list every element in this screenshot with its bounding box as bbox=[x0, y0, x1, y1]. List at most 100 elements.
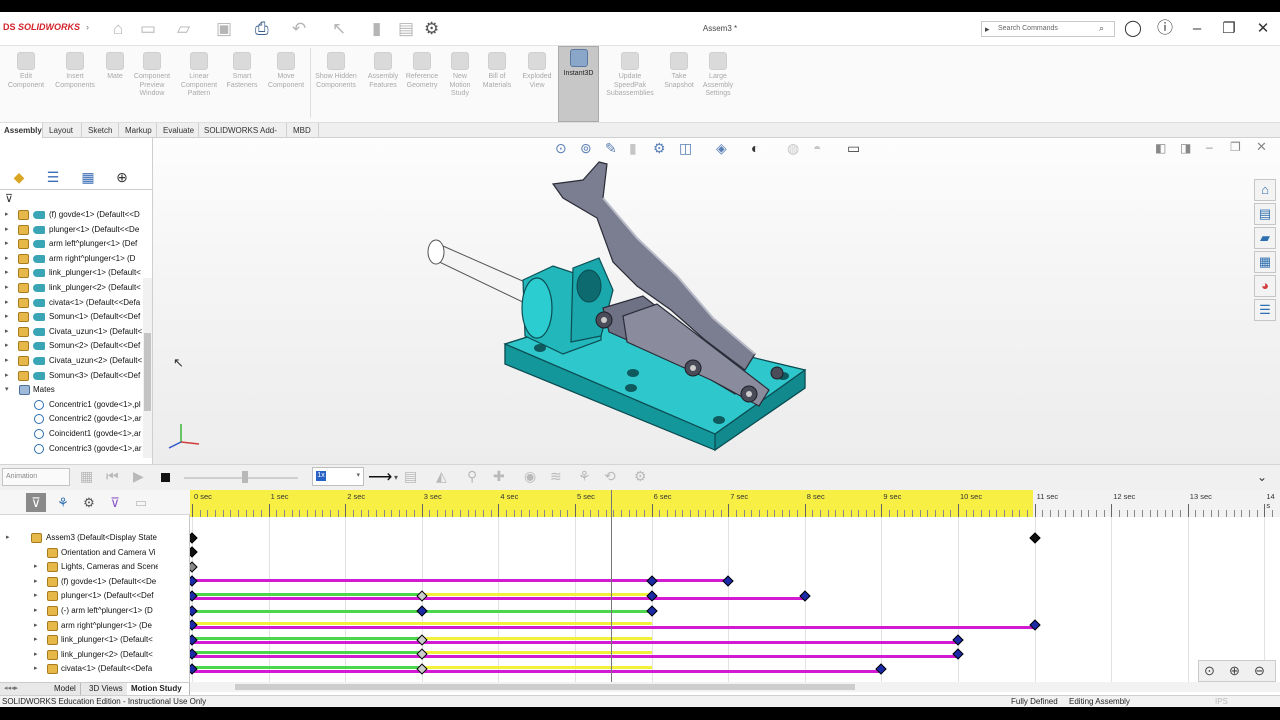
appearances-icon[interactable]: ◕ bbox=[1254, 275, 1276, 297]
playback-mode-icon[interactable]: ⟶ bbox=[368, 467, 392, 487]
mate-button[interactable]: Mate bbox=[102, 50, 128, 82]
expand-arrow-icon[interactable]: ▸ bbox=[34, 662, 38, 677]
timeline-key[interactable] bbox=[416, 604, 428, 617]
expand-arrow-icon[interactable]: ▸ bbox=[6, 531, 10, 546]
feature-tree-scroll-thumb[interactable] bbox=[144, 333, 151, 411]
tab-evaluate[interactable]: Evaluate bbox=[159, 123, 199, 138]
search-icon[interactable]: ⌕ bbox=[1099, 21, 1104, 35]
save-animation-icon[interactable]: ▤ bbox=[404, 468, 417, 485]
autokey-icon[interactable]: ⚲ bbox=[467, 468, 477, 485]
tab-solidworks-add-ins[interactable]: SOLIDWORKS Add-Ins bbox=[200, 123, 287, 150]
tab-layout[interactable]: Layout bbox=[45, 123, 82, 138]
motion-tree-item[interactable]: ▸ link_plunger<2> (Default< bbox=[0, 648, 158, 663]
timeline-bar[interactable] bbox=[192, 622, 652, 626]
timeline-key[interactable] bbox=[645, 604, 658, 617]
expand-arrow-icon[interactable]: ▸ bbox=[34, 604, 38, 619]
timeline-bar[interactable] bbox=[421, 636, 652, 640]
play-from-start-icon[interactable]: ⏮ bbox=[106, 468, 119, 485]
feature-tree-item[interactable]: ▸ plunger<1> (Default<<De bbox=[0, 223, 142, 238]
stop-button[interactable] bbox=[161, 473, 170, 482]
smart-fasteners-button[interactable]: Smart Fasteners bbox=[222, 50, 262, 90]
mate-item[interactable]: Concentric2 (govde<1>,ar bbox=[0, 412, 142, 427]
tab-assembly[interactable]: Assembly bbox=[0, 123, 43, 138]
playback-speed-dropdown[interactable]: 1x ▾ bbox=[312, 467, 364, 486]
motion-tree-item[interactable]: ▸ (-) arm left^plunger<1> (D bbox=[0, 604, 158, 619]
view-settings-icon[interactable]: ▭ bbox=[847, 140, 860, 157]
timeline-key[interactable] bbox=[190, 561, 198, 573]
zoom-to-fit-icon[interactable]: ⊙ bbox=[555, 140, 567, 157]
time-bar[interactable] bbox=[611, 490, 612, 682]
expand-arrow-icon[interactable]: ▸ bbox=[5, 310, 9, 325]
timeline-bar[interactable] bbox=[192, 665, 422, 669]
expand-arrow-icon[interactable]: ▸ bbox=[5, 369, 9, 384]
expand-arrow-icon[interactable]: ▸ bbox=[5, 354, 9, 369]
large-assembly-settings-button[interactable]: Large Assembly Settings bbox=[699, 50, 737, 99]
configuration-manager-icon[interactable]: ▦ bbox=[78, 169, 98, 186]
select-arrow-icon[interactable]: ↖ bbox=[332, 12, 346, 46]
timeline-bar[interactable] bbox=[192, 636, 422, 640]
expand-arrow-icon[interactable]: ▸ bbox=[5, 339, 9, 354]
expand-arrow-icon[interactable]: ▸ bbox=[34, 560, 38, 575]
expand-arrow-icon[interactable]: ▸ bbox=[5, 208, 9, 223]
chevron-right-icon[interactable]: › bbox=[86, 22, 89, 32]
filter-sort-icon[interactable]: ▭ bbox=[131, 493, 151, 512]
mate-item[interactable]: Concentric1 (govde<1>,pl bbox=[0, 398, 142, 413]
feature-tree-item[interactable]: ▸ Civata_uzun<2> (Default< bbox=[0, 354, 142, 369]
zoom-in-icon[interactable]: ⊕ bbox=[1229, 663, 1240, 679]
filter-selected-icon[interactable]: ⚙ bbox=[79, 493, 99, 512]
move-component-button[interactable]: Move Component bbox=[264, 50, 308, 90]
mate-item[interactable]: Coincident1 (govde<1>,ar bbox=[0, 427, 142, 442]
tab-markup[interactable]: Markup bbox=[121, 123, 157, 138]
timeline-key[interactable] bbox=[190, 604, 198, 617]
file-explorer-icon[interactable]: ▰ bbox=[1254, 227, 1276, 249]
motion-tree-item[interactable]: ▸ link_plunger<1> (Default< bbox=[0, 633, 158, 648]
timeline-key[interactable] bbox=[722, 575, 734, 587]
feature-tree-item[interactable]: ▸ (f) govde<1> (Default<<D bbox=[0, 208, 142, 223]
spring-icon[interactable]: ≋ bbox=[550, 468, 562, 485]
filter-results-icon[interactable]: ⊽ bbox=[105, 493, 125, 512]
solidworks-resources-icon[interactable]: ⌂ bbox=[1254, 179, 1276, 201]
previous-view-icon[interactable]: ✎ bbox=[605, 140, 617, 157]
expand-arrow-icon[interactable]: ▸ bbox=[5, 266, 9, 281]
feature-tree-item[interactable]: ▸ Somun<3> (Default<<Def bbox=[0, 369, 142, 384]
filter-animated-icon[interactable]: ⊽ bbox=[26, 493, 46, 512]
update-speedpak-button[interactable]: Update SpeedPak Subassemblies bbox=[604, 50, 656, 99]
filter-driving-icon[interactable]: ⚘ bbox=[53, 493, 73, 512]
playback-slider[interactable] bbox=[184, 477, 298, 479]
feature-tree-item[interactable]: ▸ arm left^plunger<1> (Def bbox=[0, 237, 142, 252]
viewport-close-button[interactable]: ✕ bbox=[1256, 139, 1267, 155]
timeline-bar[interactable] bbox=[192, 626, 1035, 630]
timeline-key[interactable] bbox=[645, 575, 658, 587]
open-folder-icon[interactable]: ▱ bbox=[177, 12, 190, 46]
playback-slider-handle[interactable] bbox=[242, 471, 248, 483]
timeline-area[interactable]: 0 sec 1 sec 2 sec 3 sec 4 sec 5 sec 6 sec 7 sec… bbox=[190, 490, 1280, 682]
undo-icon[interactable]: ↶ bbox=[292, 12, 306, 46]
expand-arrow-icon[interactable]: ▸ bbox=[5, 296, 9, 311]
bill-of-materials-button[interactable]: Bill of Materials bbox=[479, 50, 515, 90]
scroll-tabs-icon[interactable]: ◂◂◂▸ bbox=[4, 684, 18, 692]
property-manager-icon[interactable]: ☰ bbox=[43, 169, 63, 186]
view-palette-icon[interactable]: ▦ bbox=[1254, 251, 1276, 273]
motion-tree-item[interactable]: ▸ plunger<1> (Default<<Def bbox=[0, 589, 158, 604]
component-preview-window-button[interactable]: Component Preview Window bbox=[130, 50, 174, 99]
edit-component-button[interactable]: Edit Component bbox=[4, 50, 48, 90]
tab-model[interactable]: Model bbox=[50, 683, 81, 695]
study-properties-icon[interactable]: ⚙ bbox=[634, 468, 647, 485]
help-icon[interactable]: ⓘ bbox=[1154, 12, 1176, 46]
graphics-area[interactable]: ⊙ ⊚ ✎ ▮ ⚙ ◫ ◈ ◐ ◍ ◓ ▭ ◧ ◨ – ❐ ✕ ↖ ⌂ ▤ ▰ … bbox=[153, 138, 1280, 472]
timeline-bar[interactable] bbox=[192, 669, 882, 673]
tab-mbd[interactable]: MBD bbox=[289, 123, 319, 138]
minimize-button[interactable]: – bbox=[1186, 12, 1208, 46]
home-icon[interactable]: ⌂ bbox=[113, 12, 123, 46]
new-motion-study-button[interactable]: New Motion Study bbox=[444, 50, 476, 99]
file-properties-icon[interactable]: ▤ bbox=[398, 12, 414, 46]
exploded-view-button[interactable]: Exploded View bbox=[518, 50, 556, 90]
animation-wizard-icon[interactable]: ◭ bbox=[436, 468, 447, 485]
expand-arrow-icon[interactable]: ▸ bbox=[5, 325, 9, 340]
motion-tree-item[interactable]: ▸ arm right^plunger<1> (De bbox=[0, 619, 158, 634]
filter-icon[interactable]: ⊽ bbox=[5, 192, 13, 205]
insert-components-button[interactable]: Insert Components bbox=[51, 50, 99, 90]
collapse-motion-manager-icon[interactable]: ⌄ bbox=[1257, 470, 1267, 484]
play-icon[interactable]: ▶ bbox=[133, 468, 144, 485]
timeline-key[interactable] bbox=[190, 531, 198, 544]
